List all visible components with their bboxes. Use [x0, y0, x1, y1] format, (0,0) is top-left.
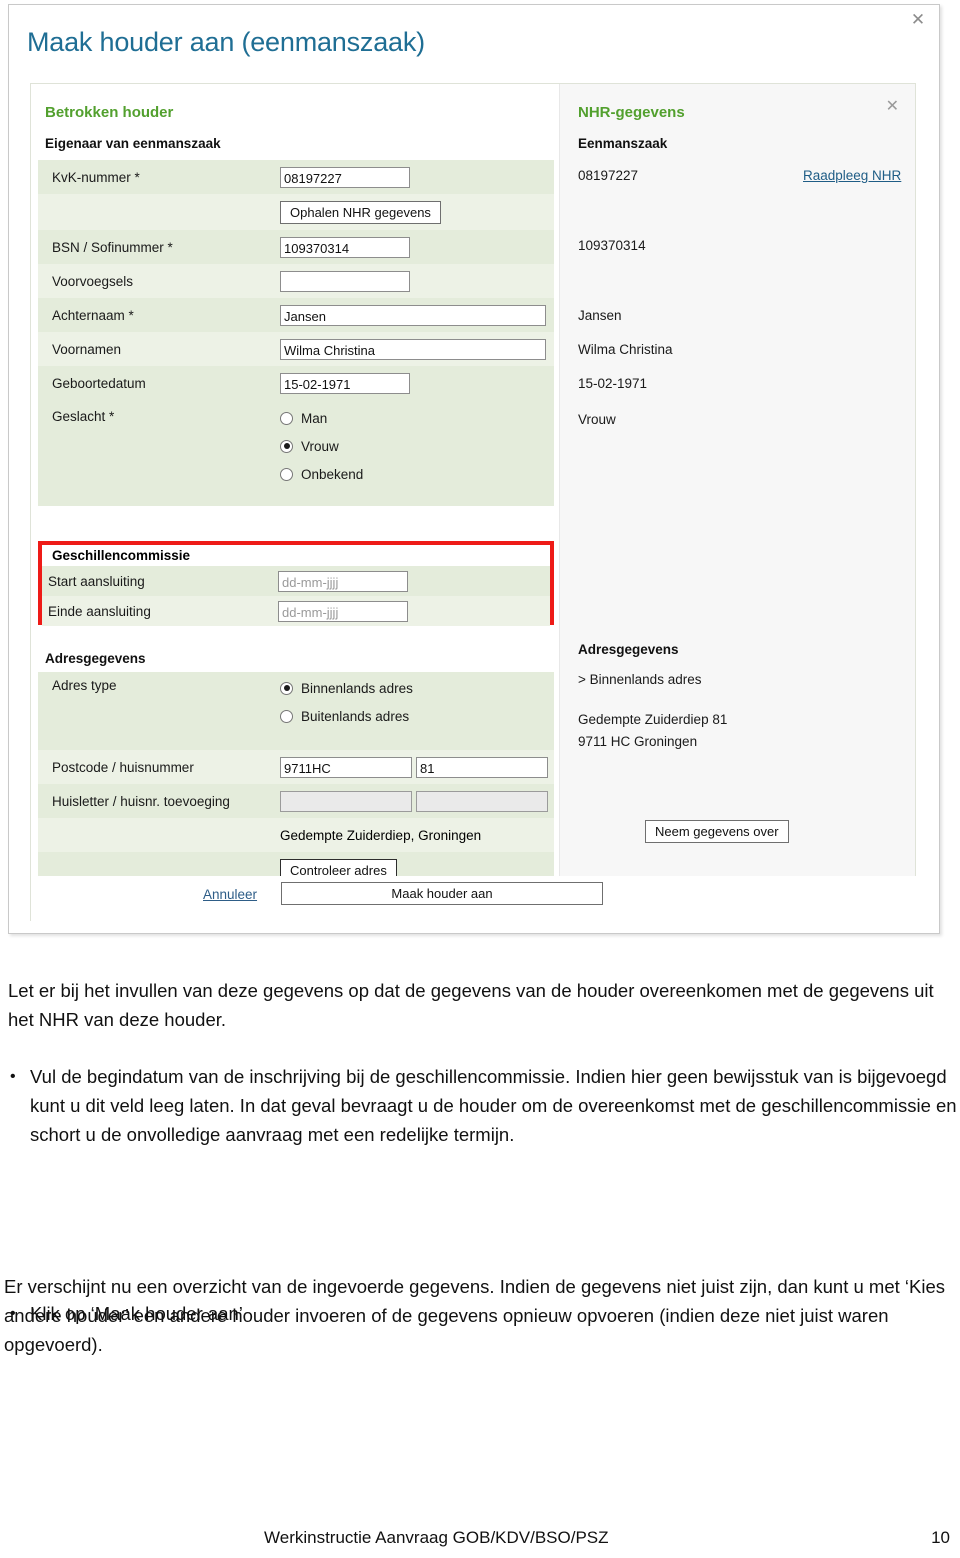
- achternaam-input[interactable]: Jansen: [280, 304, 546, 326]
- holder-fields: KvK-nummer * 08197227 Ophalen NHR gegeve…: [38, 160, 554, 506]
- left-section-heading: Betrokken houder: [45, 104, 174, 121]
- row-kvk: KvK-nummer * 08197227: [38, 160, 554, 194]
- maak-houder-aan-button[interactable]: Maak houder aan: [281, 882, 603, 905]
- annuleer-link[interactable]: Annuleer: [203, 887, 257, 902]
- geslacht-radio-group: Man Vrouw Onbekend: [280, 400, 363, 488]
- row-voornamen: Voornamen Wilma Christina: [38, 332, 554, 366]
- adres-type-label: Adres type: [52, 678, 117, 693]
- row-huisletter: Huisletter / huisnr. toevoeging: [38, 784, 554, 818]
- row-ophalen: Ophalen NHR gegevens: [38, 194, 554, 230]
- row-voorvoegsels: Voorvoegsels: [38, 264, 554, 298]
- adres-type-option-binnenlands[interactable]: Binnenlands adres: [280, 674, 413, 702]
- nhr-subheading: Eenmanszaak: [578, 136, 668, 151]
- nhr-adres-line2: 9711 HC Groningen: [578, 734, 698, 749]
- bsn-label: BSN / Sofinummer *: [52, 239, 173, 255]
- nhr-geboortedatum-value: 15-02-1971: [578, 376, 648, 391]
- nhr-close-icon[interactable]: ✕: [886, 96, 899, 115]
- postcode-input[interactable]: 9711HC: [280, 756, 412, 778]
- raadpleeg-nhr-link[interactable]: Raadpleeg NHR: [803, 168, 901, 183]
- footer-page-number: 10: [931, 1528, 950, 1547]
- left-subheading: Eigenaar van eenmanszaak: [45, 136, 221, 151]
- row-postcode: Postcode / huisnummer 9711HC 81: [38, 750, 554, 784]
- geslacht-option-onbekend[interactable]: Onbekend: [280, 460, 363, 488]
- nhr-adres-line1: Gedempte Zuiderdiep 81: [578, 712, 728, 727]
- radio-vrouw-label: Vrouw: [301, 438, 339, 454]
- closing-paragraph: Er verschijnt nu een overzicht van de in…: [4, 1276, 945, 1355]
- row-geboortedatum: Geboortedatum 15-02-1971: [38, 366, 554, 400]
- einde-aansluiting-label: Einde aansluiting: [48, 603, 151, 619]
- start-aansluiting-label: Start aansluiting: [48, 573, 145, 589]
- row-einde-aansluiting: Einde aansluiting dd-mm-jjjj: [42, 596, 550, 626]
- row-geslacht: Geslacht * Man Vrouw Onbekend: [38, 400, 554, 506]
- nhr-achternaam-value: Jansen: [578, 308, 622, 323]
- adres-heading: Adresgegevens: [45, 651, 146, 666]
- radio-man-icon[interactable]: [280, 411, 293, 425]
- row-start-aansluiting: Start aansluiting dd-mm-jjjj: [42, 566, 550, 596]
- intro-paragraph: Let er bij het invullen van deze gegeven…: [8, 980, 934, 1030]
- nhr-geslacht-value: Vrouw: [578, 412, 616, 427]
- postcode-label: Postcode / huisnummer: [52, 759, 194, 775]
- adres-type-option-buitenlands[interactable]: Buitenlands adres: [280, 702, 413, 730]
- radio-binnenlands-icon[interactable]: [280, 681, 293, 695]
- geslacht-option-man[interactable]: Man: [280, 404, 363, 432]
- nhr-section-heading: NHR-gegevens: [578, 104, 685, 121]
- street-summary-text: Gedempte Zuiderdiep, Groningen: [280, 827, 482, 843]
- geboortedatum-label: Geboortedatum: [52, 375, 146, 391]
- voorvoegsels-label: Voorvoegsels: [52, 273, 134, 289]
- radio-onbekend-label: Onbekend: [301, 466, 364, 482]
- bsn-input[interactable]: 109370314: [280, 236, 410, 258]
- nhr-bsn-value: 109370314: [578, 238, 646, 253]
- radio-vrouw-icon[interactable]: [280, 439, 293, 453]
- nhr-voornamen-value: Wilma Christina: [578, 342, 673, 357]
- voorvoegsels-input[interactable]: [280, 270, 410, 292]
- form-panel: Betrokken houder Eigenaar van eenmanszaa…: [30, 83, 917, 922]
- nhr-adres-heading: Adresgegevens: [578, 642, 679, 657]
- ophalen-nhr-button[interactable]: Ophalen NHR gegevens: [280, 200, 441, 224]
- geboortedatum-input[interactable]: 15-02-1971: [280, 372, 410, 394]
- row-achternaam: Achternaam * Jansen: [38, 298, 554, 332]
- geslacht-label: Geslacht *: [52, 409, 115, 424]
- voornamen-label: Voornamen: [52, 341, 122, 357]
- radio-buitenlands-label: Buitenlands adres: [301, 708, 410, 724]
- huisletter-input[interactable]: [280, 790, 412, 812]
- einde-aansluiting-input[interactable]: dd-mm-jjjj: [278, 600, 408, 622]
- row-adres-type: Adres type Binnenlands adres Buitenlands…: [38, 672, 554, 750]
- radio-man-label: Man: [301, 410, 328, 426]
- geschillencommissie-heading: Geschillencommissie: [42, 545, 550, 566]
- left-column: Betrokken houder Eigenaar van eenmanszaa…: [31, 84, 559, 920]
- achternaam-label: Achternaam *: [52, 307, 134, 323]
- adres-type-radio-group: Binnenlands adres Buitenlands adres: [280, 672, 413, 730]
- row-bsn: BSN / Sofinummer * 109370314: [38, 230, 554, 264]
- page-footer: Werkinstructie Aanvraag GOB/KDV/BSO/PSZ …: [0, 1528, 960, 1548]
- form-action-bar: Annuleer Maak houder aan: [31, 876, 917, 922]
- geslacht-option-vrouw[interactable]: Vrouw: [280, 432, 363, 460]
- adres-fields: Adres type Binnenlands adres Buitenlands…: [38, 672, 554, 888]
- start-aansluiting-input[interactable]: dd-mm-jjjj: [278, 570, 408, 592]
- radio-binnenlands-label: Binnenlands adres: [301, 680, 413, 696]
- nhr-column: ✕ NHR-gegevens Eenmanszaak 08197227 Raad…: [559, 84, 915, 876]
- kvk-label: KvK-nummer *: [52, 169, 140, 185]
- close-icon[interactable]: ✕: [909, 11, 927, 29]
- row-street-summary: Gedempte Zuiderdiep, Groningen: [38, 818, 554, 852]
- geschillencommissie-highlight: Geschillencommissie Start aansluiting dd…: [38, 541, 554, 626]
- toevoeging-input[interactable]: [416, 790, 548, 812]
- neem-gegevens-over-button[interactable]: Neem gegevens over: [645, 820, 789, 843]
- screenshot-window: ✕ Maak houder aan (eenmanszaak) Betrokke…: [8, 4, 940, 934]
- page-title: Maak houder aan (eenmanszaak): [27, 27, 425, 57]
- nhr-kvk-value: 08197227: [578, 168, 639, 183]
- footer-title: Werkinstructie Aanvraag GOB/KDV/BSO/PSZ: [264, 1528, 609, 1547]
- huisnummer-input[interactable]: 81: [416, 756, 548, 778]
- huisletter-label: Huisletter / huisnr. toevoeging: [52, 793, 230, 809]
- bullet-item-1: Vul de begindatum van de inschrijving bi…: [0, 1062, 960, 1149]
- kvk-input[interactable]: 08197227: [280, 166, 410, 188]
- voornamen-input[interactable]: Wilma Christina: [280, 338, 546, 360]
- nhr-adres-type: > Binnenlands adres: [578, 672, 702, 687]
- radio-onbekend-icon[interactable]: [280, 467, 293, 481]
- radio-buitenlands-icon[interactable]: [280, 709, 293, 723]
